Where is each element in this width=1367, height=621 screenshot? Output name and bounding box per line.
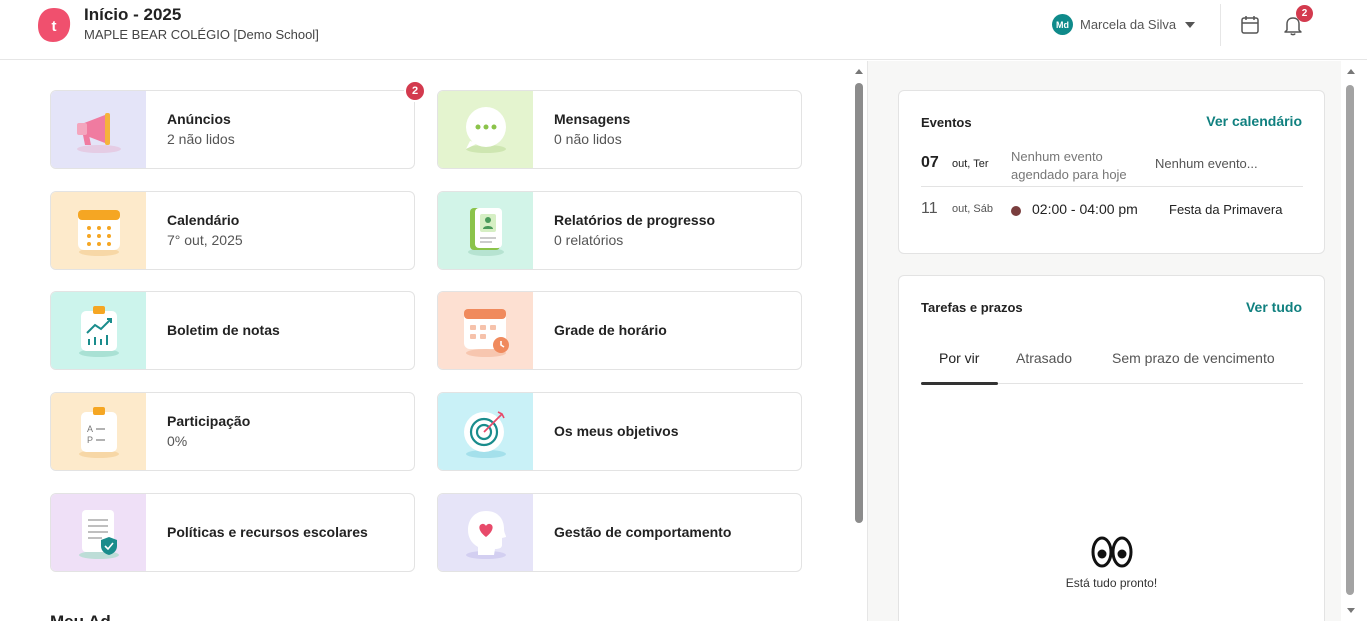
svg-text:P: P	[87, 435, 93, 445]
event-divider	[921, 186, 1303, 187]
event-day: 11	[921, 200, 938, 217]
report-book-icon	[467, 207, 504, 256]
card-timetable[interactable]: Grade de horário	[437, 291, 802, 370]
card-title: Gestão de comportamento	[554, 524, 732, 540]
card-policies[interactable]: Políticas e recursos escolares	[50, 493, 415, 572]
event-color-dot	[1011, 206, 1021, 216]
event-time: 02:00 - 04:00 pm	[1032, 201, 1138, 217]
attendance-clipboard-icon: A P	[78, 406, 119, 458]
header-divider	[1220, 4, 1221, 46]
view-all-link[interactable]: Ver tudo	[1246, 299, 1302, 315]
event-name: Festa da Primavera	[1169, 202, 1283, 217]
policy-document-icon	[78, 509, 119, 559]
card-title: Calendário	[167, 212, 240, 228]
card-icon-box	[438, 91, 533, 168]
clipboard-chart-icon	[78, 305, 119, 357]
left-scrollbar[interactable]	[852, 61, 866, 621]
card-progress-reports[interactable]: Relatórios de progresso 0 relatórios	[437, 191, 802, 270]
scrollbar-thumb[interactable]	[855, 83, 863, 523]
eyes-icon	[1091, 536, 1133, 568]
card-subtitle: 0 relatórios	[554, 232, 624, 248]
card-attendance[interactable]: A P Participação 0%	[50, 392, 415, 471]
card-icon-box	[438, 393, 533, 470]
card-title: Grade de horário	[554, 322, 667, 338]
right-scrollbar[interactable]	[1342, 61, 1367, 621]
card-my-goals[interactable]: Os meus objetivos	[437, 392, 802, 471]
card-title: Políticas e recursos escolares	[167, 524, 368, 540]
user-menu[interactable]: Md Marcela da Silva	[1052, 14, 1196, 35]
calendar-icon[interactable]	[1239, 14, 1261, 36]
card-title: Os meus objetivos	[554, 423, 679, 439]
sidebar-widgets: Eventos Ver calendário 07 out, Ter Nenhu…	[867, 61, 1341, 621]
card-icon-box	[51, 494, 146, 571]
empty-state-text: Está tudo pronto!	[1065, 576, 1158, 590]
card-report-card[interactable]: Boletim de notas	[50, 291, 415, 370]
avatar: Md	[1052, 14, 1073, 35]
scroll-up-icon[interactable]	[855, 69, 863, 74]
card-icon-box	[51, 192, 146, 269]
brand-logo-icon[interactable]: t	[36, 6, 72, 44]
tab-upcoming[interactable]: Por vir	[939, 350, 979, 384]
scroll-up-icon[interactable]	[1347, 69, 1355, 74]
card-behavior-management[interactable]: Gestão de comportamento	[437, 493, 802, 572]
view-calendar-link[interactable]: Ver calendário	[1206, 113, 1302, 129]
card-title: Relatórios de progresso	[554, 212, 716, 228]
heart-head-icon	[465, 510, 506, 559]
card-subtitle: 0 não lidos	[554, 131, 622, 147]
card-icon-box: A P	[51, 393, 146, 470]
tasks-title: Tarefas e prazos	[921, 300, 1023, 315]
scroll-down-icon[interactable]	[1347, 608, 1355, 613]
shortcuts-panel: Anúncios 2 não lidos 2 Mensagens 0 não l…	[0, 61, 852, 621]
card-icon-box	[438, 192, 533, 269]
card-messages[interactable]: Mensagens 0 não lidos	[437, 90, 802, 169]
top-header: t Início - 2025 MAPLE BEAR COLÉGIO [Demo…	[0, 0, 1367, 60]
page-title: Início - 2025	[84, 5, 182, 24]
card-icon-box	[438, 292, 533, 369]
tab-overdue[interactable]: Atrasado	[1016, 350, 1072, 384]
section-heading-partial: Meu Ad	[50, 612, 111, 621]
scrollbar-thumb[interactable]	[1346, 85, 1354, 595]
event-month: out, Sáb	[952, 203, 993, 215]
card-subtitle: 0%	[167, 433, 188, 449]
card-title: Anúncios	[167, 111, 231, 127]
card-icon-box	[438, 494, 533, 571]
tasks-widget: Tarefas e prazos Ver tudo Por vir Atrasa…	[898, 275, 1325, 621]
events-widget: Eventos Ver calendário 07 out, Ter Nenhu…	[898, 90, 1325, 254]
card-icon-box	[51, 91, 146, 168]
chevron-down-icon	[1185, 21, 1196, 28]
card-title: Mensagens	[554, 111, 631, 127]
card-subtitle: 2 não lidos	[167, 131, 235, 147]
school-name: MAPLE BEAR COLÉGIO [Demo School]	[84, 27, 319, 42]
card-icon-box	[51, 292, 146, 369]
card-title: Participação	[167, 413, 251, 429]
event-row-today: 07 out, Ter Nenhum evento agendado para …	[921, 148, 1303, 184]
megaphone-icon	[76, 112, 121, 153]
card-title: Boletim de notas	[167, 322, 280, 338]
active-tab-indicator	[921, 382, 998, 385]
tasks-tabs: Por vir Atrasado Sem prazo de vencimento	[921, 350, 1303, 385]
schedule-calendar-icon	[463, 308, 509, 357]
unread-badge: 2	[404, 80, 426, 102]
user-name: Marcela da Silva	[1080, 17, 1177, 32]
event-day: 07	[921, 154, 939, 171]
chat-bubble-icon	[465, 106, 506, 153]
event-row[interactable]: 11 out, Sáb 02:00 - 04:00 pm Festa da Pr…	[921, 200, 1303, 224]
svg-text:t: t	[52, 18, 57, 35]
card-calendar[interactable]: Calendário 7° out, 2025	[50, 191, 415, 270]
no-events-upcoming: Nenhum evento...	[1155, 156, 1258, 171]
card-announcements[interactable]: Anúncios 2 não lidos 2	[50, 80, 426, 169]
events-title: Eventos	[921, 115, 972, 130]
card-subtitle: 7° out, 2025	[167, 232, 243, 248]
calendar-icon	[77, 209, 120, 256]
no-events-today: Nenhum evento agendado para hoje	[1011, 149, 1127, 182]
notification-badge: 2	[1296, 5, 1313, 22]
event-month: out, Ter	[952, 158, 989, 170]
target-icon	[463, 410, 506, 458]
tab-no-due-date[interactable]: Sem prazo de vencimento	[1112, 350, 1275, 384]
svg-text:A: A	[87, 424, 93, 434]
